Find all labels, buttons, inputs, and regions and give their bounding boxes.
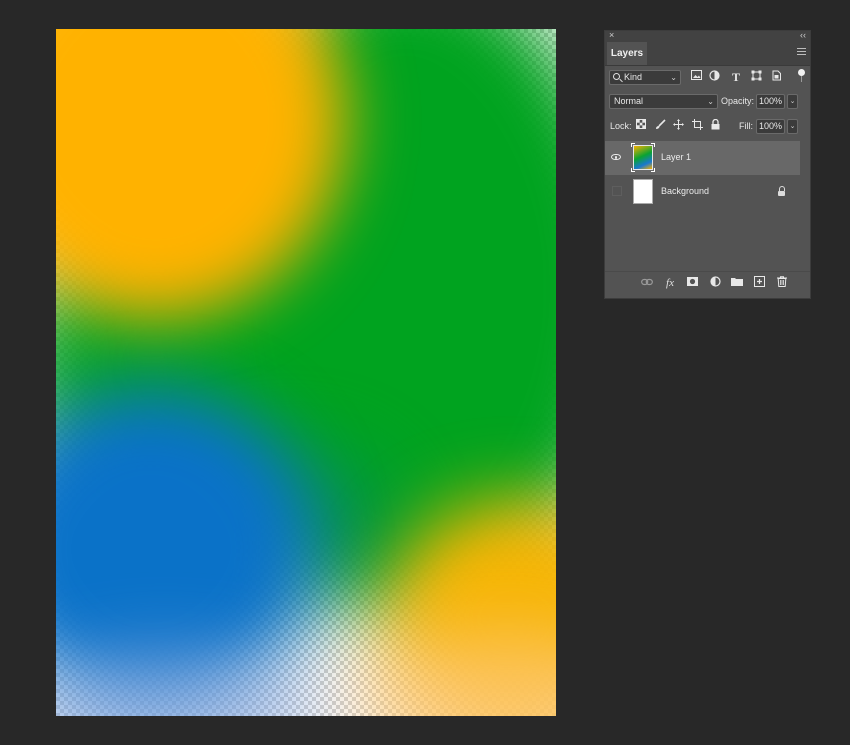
close-panel-icon[interactable]: × [609,30,614,41]
lock-row: Lock: Fill: 100% ⌄ [605,116,810,136]
adjustment-layer-icon[interactable] [708,276,722,290]
light-blue-fade [56,649,316,716]
pixel-filter-icon[interactable] [689,70,703,84]
lock-image-pixels-icon[interactable] [653,119,667,133]
panel-tab-bar: Layers [605,41,810,66]
filter-toggle[interactable] [798,69,805,83]
layer-name: Layer 1 [661,152,692,162]
layer-name: Background [661,186,710,196]
filter-row: Kind ⌄ T [605,66,810,88]
link-icon[interactable] [640,276,654,290]
fill-field[interactable]: 100% [756,119,785,134]
lock-artboard-icon[interactable] [690,119,704,133]
shape-filter-icon[interactable] [749,70,763,84]
type-filter-icon[interactable]: T [729,70,743,84]
layer-row-background[interactable]: Background [605,175,800,209]
visibility-eye-icon[interactable] [611,154,621,160]
blend-mode-value: Normal [614,96,644,106]
locked-layer-icon [778,186,786,197]
blend-row: Normal ⌄ Opacity: 100% ⌄ [605,91,810,111]
adjustment-filter-icon[interactable] [707,70,721,84]
panel-title-bar: × ‹‹ [605,30,810,41]
trash-icon[interactable] [775,276,789,290]
lock-transparent-pixels-icon[interactable] [634,119,648,133]
opacity-field[interactable]: 100% [756,94,785,109]
peach-fade [356,629,556,716]
opacity-label: Opacity: [721,96,755,106]
folder-icon[interactable] [730,276,744,290]
lock-all-icon[interactable] [708,118,722,133]
search-icon [613,73,620,80]
chevron-down-icon: ⌄ [670,73,677,82]
lock-position-icon[interactable] [671,119,685,133]
new-layer-icon[interactable] [752,276,766,290]
layers-panel: × ‹‹ Layers Kind ⌄ T Normal ⌄ Opacity: 1… [604,30,811,299]
layer-thumbnail [631,143,655,172]
blend-mode-select[interactable]: Normal ⌄ [609,94,718,109]
layer-row-layer-1[interactable]: Layer 1 [605,141,800,175]
collapse-panel-icon[interactable]: ‹‹ [800,30,806,41]
visibility-toggle-empty[interactable] [612,186,622,196]
opacity-slider-button[interactable]: ⌄ [787,94,798,109]
kind-filter-label: Kind [624,72,643,82]
fx-icon[interactable]: fx [663,276,677,290]
layers-panel-footer: fx [605,271,810,294]
kind-filter-select[interactable]: Kind ⌄ [609,70,681,85]
smart-object-filter-icon[interactable] [769,70,783,84]
panel-menu-icon[interactable] [797,48,806,57]
mask-icon[interactable] [685,276,699,290]
tab-layers[interactable]: Layers [607,42,647,65]
chevron-down-icon: ⌄ [707,97,714,106]
fill-label: Fill: [739,121,753,131]
layer-thumbnail [633,179,653,204]
document-canvas[interactable] [56,29,556,716]
lock-label: Lock: [610,121,632,131]
fill-slider-button[interactable]: ⌄ [787,119,798,134]
